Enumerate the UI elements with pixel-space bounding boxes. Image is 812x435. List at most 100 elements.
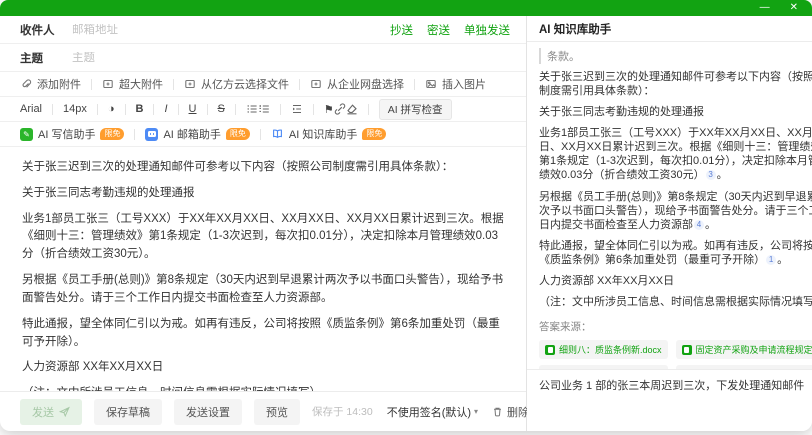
divider <box>134 129 135 140</box>
ai-mailbox-assistant-button[interactable]: AI 邮箱助手 限免 <box>145 126 249 142</box>
citation-badge[interactable]: 1 <box>766 255 776 265</box>
citation-badge[interactable]: 3 <box>706 170 716 180</box>
fangcloud-file-button[interactable]: 从亿方云选择文件 <box>184 76 289 92</box>
divider <box>125 104 126 115</box>
free-badge: 限免 <box>226 128 250 140</box>
recipient-input[interactable] <box>72 24 390 36</box>
compose-footer: 发送 保存草稿 发送设置 预览 保存于 14:30 不使用签名(默认) ▾ 删除… <box>0 391 526 431</box>
citation-badge[interactable]: 4 <box>694 220 704 230</box>
answer-paragraph: 业务1部员工张三（工号XXX）于XX年XX月XX日、XX月XX日、XX月XX日累… <box>539 126 812 182</box>
send-button[interactable]: 发送 <box>20 399 82 425</box>
divider <box>260 129 261 140</box>
signature-label: 不使用签名(默认) <box>387 404 471 420</box>
divider <box>235 104 236 115</box>
huge-attachment-button[interactable]: 超大附件 <box>102 76 163 92</box>
paper-plane-icon <box>59 406 70 417</box>
tool-label: 插入图片 <box>442 76 486 92</box>
main-area: 收件人 抄送 密送 单独发送 主题 添加附件 <box>0 16 812 431</box>
answer-text: 。 <box>705 219 716 231</box>
add-attachment-button[interactable]: 添加附件 <box>20 76 81 92</box>
insert-image-button[interactable]: 插入图片 <box>425 76 486 92</box>
hyperlink-button[interactable] <box>334 103 346 115</box>
sources-label: 答案来源： <box>539 319 812 334</box>
source-doc-name: 细则八：质监条例新.docx <box>559 343 662 356</box>
ai-spellcheck-button[interactable]: AI 拼写检查 <box>379 99 452 120</box>
divider <box>299 79 300 90</box>
ai-knowledge-assistant-button[interactable]: AI 知识库助手 限免 <box>271 126 386 142</box>
numbered-list-button[interactable] <box>258 103 270 115</box>
eraser-icon <box>346 103 358 115</box>
separate-send-link[interactable]: 单独发送 <box>464 22 510 38</box>
italic-button[interactable]: I <box>164 103 167 115</box>
document-icon <box>682 345 692 355</box>
divider <box>414 79 415 90</box>
font-family-select[interactable]: Arial <box>20 103 42 115</box>
answer-text: 。 <box>777 254 788 266</box>
tool-label: 从亿方云选择文件 <box>201 76 289 92</box>
divider <box>173 79 174 90</box>
panel-title: AI 知识库助手 <box>539 21 611 37</box>
subject-label: 主题 <box>20 50 72 66</box>
source-documents: 细则八：质监条例新.docx 固定资产采购及申请流程规定.docx 细则十三：管… <box>539 340 812 369</box>
font-size-select[interactable]: 14px <box>63 103 87 115</box>
chevron-down-icon: ▾ <box>474 407 478 416</box>
body-paragraph: 另根据《员工手册(总则)》第8条规定（30天内迟到早退累计两次予以书面口头警告）… <box>22 272 508 308</box>
signature-select[interactable]: 不使用签名(默认) ▾ <box>387 404 478 420</box>
bcc-link[interactable]: 密送 <box>427 22 450 38</box>
body-paragraph: 特此通报，望全体同仁引以为戒。如再有违反，公司将按照《质监条例》第6条加重处罚（… <box>22 316 508 352</box>
ai-writing-assistant-button[interactable]: ✎ AI 写信助手 限免 <box>20 126 124 142</box>
cc-link[interactable]: 抄送 <box>390 22 413 38</box>
answer-intro: 关于张三迟到三次的处理通知邮件可参考以下内容（按照公司制度需引用具体条款）： <box>539 70 812 98</box>
saved-timestamp: 保存于 14:30 <box>312 404 373 419</box>
tool-label: 超大附件 <box>119 76 163 92</box>
assistant-conversation[interactable]: 条款。 关于张三迟到三次的处理通知邮件可参考以下内容（按照公司制度需引用具体条款… <box>527 42 812 369</box>
pencil-icon: ✎ <box>20 128 33 141</box>
answer-text: 业务1部员工张三（工号XXX）于XX年XX月XX日、XX月XX日、XX月XX日累… <box>539 127 812 181</box>
book-icon <box>271 128 284 141</box>
save-draft-button[interactable]: 保存草稿 <box>94 399 162 425</box>
image-icon <box>425 78 437 90</box>
preview-button[interactable]: 预览 <box>254 399 300 425</box>
source-doc-name: 固定资产采购及申请流程规定.docx <box>696 343 812 356</box>
answer-text: 另根据《员工手册(总则)》第8条规定（30天内迟到早退累计两次予以书面口头警告）… <box>539 191 812 231</box>
source-doc-chip[interactable]: 细则八：质监条例新.docx <box>539 340 668 359</box>
divider <box>52 104 53 115</box>
divider <box>91 79 92 90</box>
strikethrough-button[interactable]: S <box>218 103 225 115</box>
font-color-button[interactable]: ◑ <box>108 103 115 115</box>
send-settings-button[interactable]: 发送设置 <box>174 399 242 425</box>
ai-knowledge-assistant-panel: AI 知识库助手 ✕ 条款。 关于张三迟到三次的处理通知邮件可参考以下内容（按照… <box>527 16 812 431</box>
minimize-icon[interactable]: — <box>760 3 770 13</box>
window-close-icon[interactable]: ✕ <box>790 3 798 13</box>
enterprise-drive-button[interactable]: 从企业网盘选择 <box>310 76 404 92</box>
divider <box>280 104 281 115</box>
robot-icon <box>145 128 158 141</box>
drive-file-icon <box>310 78 322 90</box>
indent-icon <box>291 103 303 115</box>
email-body-editor[interactable]: 关于张三迟到三次的处理通知邮件可参考以下内容（按照公司制度需引用具体条款）： 关… <box>0 147 526 391</box>
assistant-input-area[interactable]: 公司业务 1 部的张三本周迟到三次，下发处理通知邮件 <box>527 369 812 431</box>
ai-tool-label: AI 邮箱助手 <box>163 126 220 142</box>
flag-button[interactable]: ⚑ <box>324 103 334 116</box>
free-badge: 限免 <box>100 128 124 140</box>
source-doc-chip[interactable]: 固定资产采购及申请流程规定.docx <box>676 340 812 359</box>
send-label: 发送 <box>32 404 54 420</box>
answer-paragraph: 特此通报，望全体同仁引以为戒。如再有违反，公司将按照《质监条例》第6条加重处罚（… <box>539 239 812 267</box>
previous-message-partial: 条款。 <box>539 48 812 64</box>
divider <box>97 104 98 115</box>
answer-signature: 人力资源部 XX年XX月XX日 <box>539 274 812 288</box>
bullet-list-button[interactable] <box>246 103 258 115</box>
underline-button[interactable]: U <box>189 103 197 115</box>
divider <box>313 104 314 115</box>
divider <box>178 104 179 115</box>
indent-button[interactable] <box>291 103 303 115</box>
divider <box>207 104 208 115</box>
bold-button[interactable]: B <box>136 103 144 115</box>
recipient-row: 收件人 抄送 密送 单独发送 <box>0 16 526 44</box>
ai-assistant-toolbar: ✎ AI 写信助手 限免 AI 邮箱助手 限免 AI 知识库助手 限免 <box>0 122 526 147</box>
answer-heading: 关于张三同志考勤违规的处理通报 <box>539 105 812 119</box>
answer-note: （注：文中所涉员工信息、时间信息需根据实际情况填写） <box>539 295 812 309</box>
clear-format-button[interactable] <box>346 103 358 115</box>
body-paragraph: 业务1部员工张三（工号XXX）于XX年XX月XX日、XX月XX日、XX月XX日累… <box>22 211 508 264</box>
subject-input[interactable] <box>72 52 510 64</box>
